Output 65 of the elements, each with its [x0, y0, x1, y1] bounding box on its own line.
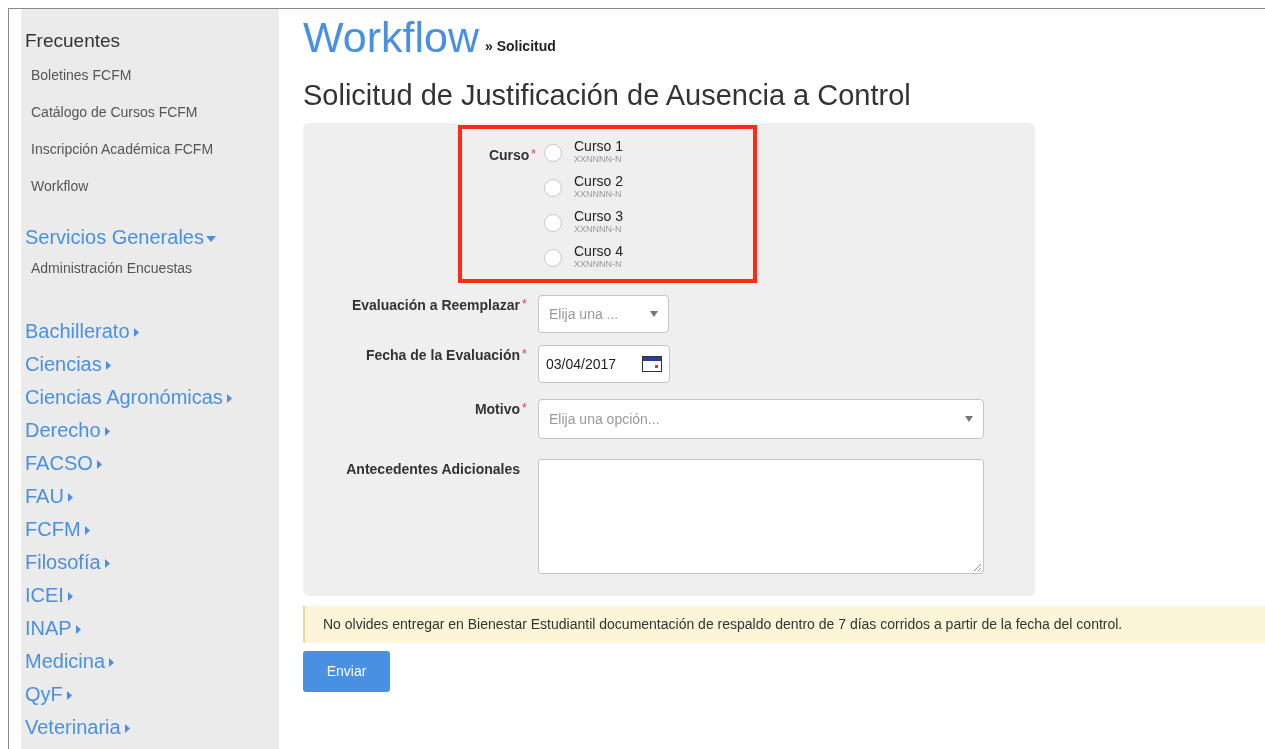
section-label: INAP	[25, 615, 72, 641]
dropdown-placeholder: Elija una opción...	[549, 409, 660, 429]
caret-right-icon	[67, 591, 73, 601]
required-mark: *	[522, 346, 528, 363]
caret-down-icon	[965, 416, 973, 422]
caret-right-icon	[124, 723, 130, 733]
course-name: Curso 2	[574, 174, 624, 188]
sidebar-link[interactable]: Catálogo de Cursos FCFM	[31, 101, 198, 123]
sidebar-link[interactable]: Inscripción Académica FCFM	[31, 138, 214, 160]
sidebar-heading: Frecuentes	[25, 29, 122, 53]
caret-right-icon	[105, 360, 111, 370]
app-title: Workflow	[303, 13, 479, 61]
section-label: QyF	[25, 681, 63, 707]
field-label: Evaluación a Reemplazar	[351, 296, 520, 315]
date-value: 03/04/2017	[546, 354, 617, 374]
breadcrumb: » Solicitud	[485, 37, 556, 56]
caret-right-icon	[84, 525, 90, 535]
sidebar-link[interactable]: Boletines FCFM	[31, 64, 132, 86]
caret-right-icon	[109, 657, 115, 667]
dropdown[interactable]: Elija una ...	[538, 295, 669, 333]
caret-right-icon	[133, 327, 139, 337]
dropdown-placeholder: Elija una ...	[549, 304, 619, 324]
sidebar-section[interactable]: FAU	[25, 483, 73, 509]
resize-handle-icon	[973, 563, 981, 571]
radio-button[interactable]	[544, 179, 562, 197]
dropdown[interactable]: Elija una opción...	[538, 399, 984, 439]
course-code: XXNNNN-N	[574, 225, 623, 234]
page-title: Solicitud de Justificación de Ausencia a Control	[303, 78, 912, 113]
radio-button[interactable]	[544, 249, 562, 267]
text-area[interactable]	[538, 459, 984, 574]
radio-button[interactable]	[544, 144, 562, 162]
field-label: Motivo	[474, 400, 520, 419]
caret-right-icon	[67, 492, 73, 502]
sidebar-section[interactable]: QyF	[25, 681, 72, 707]
section-label: ICEI	[25, 582, 64, 608]
required-mark: *	[531, 146, 536, 163]
required-mark: *	[522, 296, 528, 313]
sidebar-section[interactable]: ICEI	[25, 582, 73, 608]
course-code: XXNNNN-N	[574, 155, 623, 164]
date-field[interactable]: 03/04/2017	[538, 345, 670, 383]
caret-right-icon	[104, 558, 110, 568]
caret-down-icon	[205, 236, 216, 242]
section-label: FAU	[25, 483, 64, 509]
sidebar-link[interactable]: Workflow	[31, 175, 89, 197]
submit-button[interactable]: Enviar	[303, 651, 390, 692]
sidebar-link[interactable]: Administración Encuestas	[31, 257, 193, 279]
course-name: Curso 4	[574, 244, 624, 258]
notice-banner: No olvides entregar en Bienestar Estudiantil documentación de respaldo dentro de 7 días corridos a partir de la fecha del control.	[303, 606, 1265, 643]
calendar-icon[interactable]	[642, 356, 662, 372]
caret-right-icon	[75, 624, 81, 634]
field-label: Fecha de la Evaluación	[365, 346, 520, 365]
course-code: XXNNNN-N	[574, 190, 623, 199]
caret-right-icon	[66, 690, 72, 700]
caret-right-icon	[226, 393, 232, 403]
caret-down-icon	[650, 311, 658, 317]
course-name: Curso 3	[574, 209, 624, 223]
course-name: Curso 1	[574, 139, 624, 153]
sidebar-section[interactable]: INAP	[25, 615, 81, 641]
field-label: Curso	[488, 146, 530, 165]
required-mark: *	[522, 400, 528, 417]
caret-right-icon	[96, 459, 102, 469]
caret-right-icon	[104, 426, 110, 436]
course-code: XXNNNN-N	[574, 260, 623, 269]
radio-button[interactable]	[544, 214, 562, 232]
field-label: Antecedentes Adicionales	[346, 460, 520, 479]
